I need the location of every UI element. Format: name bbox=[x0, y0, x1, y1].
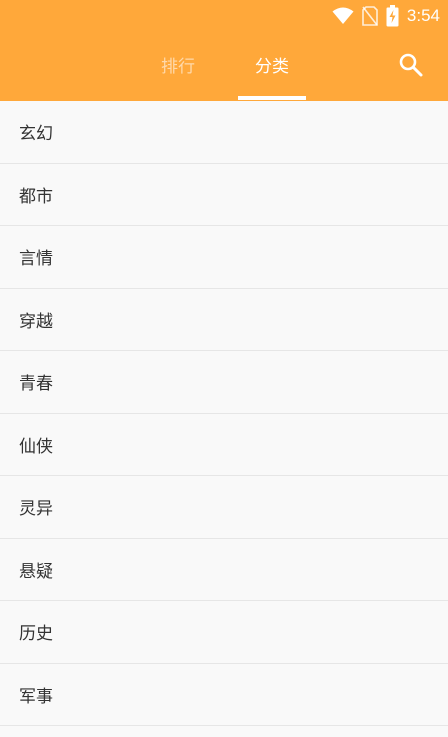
status-bar: 3:54 bbox=[0, 0, 448, 32]
category-item-lishi[interactable]: 历史 bbox=[0, 601, 448, 664]
tab-category[interactable]: 分类 bbox=[238, 52, 306, 101]
search-button[interactable] bbox=[398, 52, 424, 78]
category-item-xuanhuan[interactable]: 玄幻 bbox=[0, 101, 448, 164]
category-item-yanqing[interactable]: 言情 bbox=[0, 226, 448, 289]
battery-charging-icon bbox=[386, 5, 399, 27]
category-item-lingyi[interactable]: 灵异 bbox=[0, 476, 448, 539]
active-tab-indicator bbox=[238, 96, 306, 100]
category-list: 玄幻 都市 言情 穿越 青春 仙侠 灵异 悬疑 历史 军事 bbox=[0, 101, 448, 726]
category-item-junshi[interactable]: 军事 bbox=[0, 663, 448, 726]
category-item-chuanyue[interactable]: 穿越 bbox=[0, 288, 448, 351]
search-icon bbox=[398, 53, 424, 82]
category-item-qingchun[interactable]: 青春 bbox=[0, 351, 448, 414]
category-item-xuanyi[interactable]: 悬疑 bbox=[0, 538, 448, 601]
app-header: 3:54 排行 分类 bbox=[0, 0, 448, 101]
no-sim-icon bbox=[362, 6, 378, 26]
category-item-xianxia[interactable]: 仙侠 bbox=[0, 413, 448, 476]
tab-ranking[interactable]: 排行 bbox=[148, 52, 208, 101]
status-icons: 3:54 bbox=[332, 4, 440, 28]
status-time: 3:54 bbox=[406, 6, 440, 25]
category-item-dushi[interactable]: 都市 bbox=[0, 163, 448, 226]
tab-bar: 排行 分类 bbox=[0, 52, 448, 101]
wifi-icon bbox=[332, 7, 354, 25]
